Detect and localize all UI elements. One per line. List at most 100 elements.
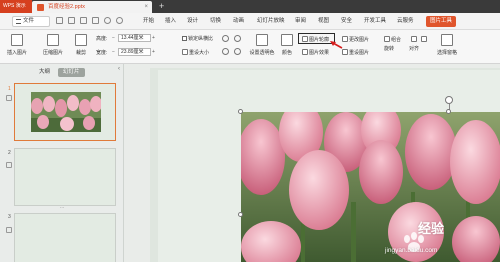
menu-design[interactable]: 设计	[187, 13, 198, 30]
selection-pane-label: 选择窗格	[436, 50, 457, 56]
width-increase-button[interactable]: +	[152, 49, 155, 55]
ribbon-toolbar: 插入图片 压缩图片 裁剪 高度: − 13.44厘米 + 宽度: − 23.89…	[0, 30, 500, 64]
align-label: 对齐	[408, 46, 419, 52]
color-label: 颜色	[281, 50, 292, 56]
crop-button[interactable]: 裁剪	[72, 34, 90, 56]
file-menu-label: 文件	[23, 18, 35, 24]
slide-number: 3	[8, 214, 11, 220]
height-decrease-button[interactable]: −	[112, 35, 115, 41]
menu-cloud[interactable]: 云服务	[397, 13, 414, 30]
lock-ratio-checkbox[interactable]: 锁定纵横比	[182, 35, 213, 42]
crop-icon	[75, 34, 87, 46]
menu-animation[interactable]: 动画	[233, 13, 244, 30]
reset-image-button[interactable]: 重设图片	[342, 49, 369, 56]
combine-button[interactable]: 组合	[384, 36, 401, 43]
height-increase-button[interactable]: +	[152, 35, 155, 41]
image-effect-label: 图片效果	[309, 50, 330, 56]
slide-thumbnail-image	[31, 92, 101, 132]
resize-handle-left[interactable]	[238, 212, 243, 217]
insert-image-label: 插入图片	[6, 50, 27, 56]
compress-image-icon	[47, 34, 59, 46]
pptx-file-icon	[37, 3, 44, 11]
color-icon	[281, 34, 293, 46]
document-tab[interactable]: 百度经验2.pptx ×	[32, 1, 152, 13]
redo-icon[interactable]	[116, 17, 123, 24]
menu-bar: 文件 开始 插入 设计 切换 动画 幻灯片放映 审阅 视图 安全 开发工具 云服…	[0, 13, 500, 30]
new-tab-button[interactable]: +	[159, 0, 164, 13]
menu-review[interactable]: 审阅	[295, 13, 306, 30]
preview-icon[interactable]	[92, 17, 99, 24]
menu-view[interactable]: 视图	[318, 13, 329, 30]
color-button[interactable]: 颜色	[280, 34, 294, 56]
crop-label: 裁剪	[75, 50, 86, 56]
menu-security[interactable]: 安全	[341, 13, 352, 30]
reset-size-label: 重设大小	[189, 50, 210, 56]
width-decrease-button[interactable]: −	[112, 49, 115, 55]
transparent-color-icon	[256, 34, 268, 46]
slide-thumbnail-2[interactable]	[14, 148, 116, 206]
compress-image-button[interactable]: 压缩图片	[40, 34, 66, 56]
image-effect-icon	[302, 49, 308, 55]
compress-image-label: 压缩图片	[42, 50, 63, 56]
undo-icon[interactable]	[104, 17, 111, 24]
print-icon[interactable]	[80, 17, 87, 24]
height-field[interactable]: 13.44厘米	[118, 34, 151, 42]
layer-down-icon[interactable]	[421, 36, 428, 43]
tab-slides[interactable]: 幻灯片	[58, 68, 85, 77]
brightness-down-icon[interactable]	[234, 35, 241, 42]
width-label: 宽度:	[96, 50, 108, 56]
menu-slideshow[interactable]: 幻灯片放映	[257, 13, 285, 30]
collapse-panel-button[interactable]: ‹	[118, 66, 120, 72]
close-tab-icon[interactable]: ×	[144, 1, 148, 13]
contrast-icon[interactable]	[222, 48, 229, 55]
insert-image-icon	[11, 34, 23, 46]
resize-handle-top[interactable]	[446, 109, 451, 114]
contrast-down-icon[interactable]	[234, 48, 241, 55]
open-icon[interactable]	[56, 17, 63, 24]
insert-image-button[interactable]: 插入图片	[4, 34, 30, 56]
menu-developer[interactable]: 开发工具	[364, 13, 386, 30]
rotate-button[interactable]: 旋转	[382, 45, 396, 52]
checkbox-icon	[182, 36, 187, 41]
layer-icon[interactable]	[411, 36, 418, 43]
brightness-icon[interactable]	[222, 35, 229, 42]
tab-outline[interactable]: 大纲	[34, 68, 55, 77]
selection-pane-icon	[441, 34, 453, 46]
resize-handle-top-left[interactable]	[238, 109, 243, 114]
selection-pane-button[interactable]: 选择窗格	[434, 34, 460, 56]
slides-panel: 大纲 幻灯片 1 2 ... 3	[0, 64, 124, 262]
slide-number: 2	[8, 150, 11, 156]
title-bar: WPS 演示 百度经验2.pptx × +	[0, 0, 500, 13]
app-tab[interactable]: WPS 演示	[0, 0, 32, 13]
align-button[interactable]: 对齐	[404, 45, 424, 52]
slide-thumbnail-3[interactable]	[14, 213, 116, 262]
slide-animation-icon	[6, 95, 12, 101]
menu-transition[interactable]: 切换	[210, 13, 221, 30]
rotate-label: 旋转	[383, 46, 394, 52]
slide-number: 1	[8, 86, 11, 92]
height-label: 高度:	[96, 36, 108, 42]
slide-animation-icon	[6, 162, 12, 168]
combine-label: 组合	[391, 37, 402, 43]
red-arrow-icon	[330, 41, 343, 49]
document-tab-label: 百度经验2.pptx	[48, 4, 85, 10]
slide-animation-icon	[6, 227, 12, 233]
reset-size-icon	[182, 49, 188, 55]
watermark-url: jingyan.baidu.com	[385, 247, 438, 254]
menu-picture-tools[interactable]: 图片工具	[426, 16, 457, 27]
save-icon[interactable]	[68, 17, 75, 24]
reset-size-button[interactable]: 重设大小	[182, 49, 209, 56]
image-effect-button[interactable]: 图片效果	[302, 49, 329, 56]
slide-thumbnail-1[interactable]	[14, 83, 116, 141]
file-menu-button[interactable]: 文件	[12, 16, 50, 27]
combine-icon	[384, 36, 390, 42]
menu-icon	[16, 19, 21, 24]
menu-start[interactable]: 开始	[143, 13, 154, 30]
reset-image-label: 重设图片	[349, 50, 370, 56]
rotate-handle[interactable]	[445, 96, 453, 104]
width-field[interactable]: 23.89厘米	[118, 48, 151, 56]
change-image-button[interactable]: 更改图片	[342, 36, 369, 43]
lock-ratio-label: 锁定纵横比	[188, 36, 214, 42]
set-transparent-button[interactable]: 设置透明色	[247, 34, 277, 56]
menu-insert[interactable]: 插入	[165, 13, 176, 30]
